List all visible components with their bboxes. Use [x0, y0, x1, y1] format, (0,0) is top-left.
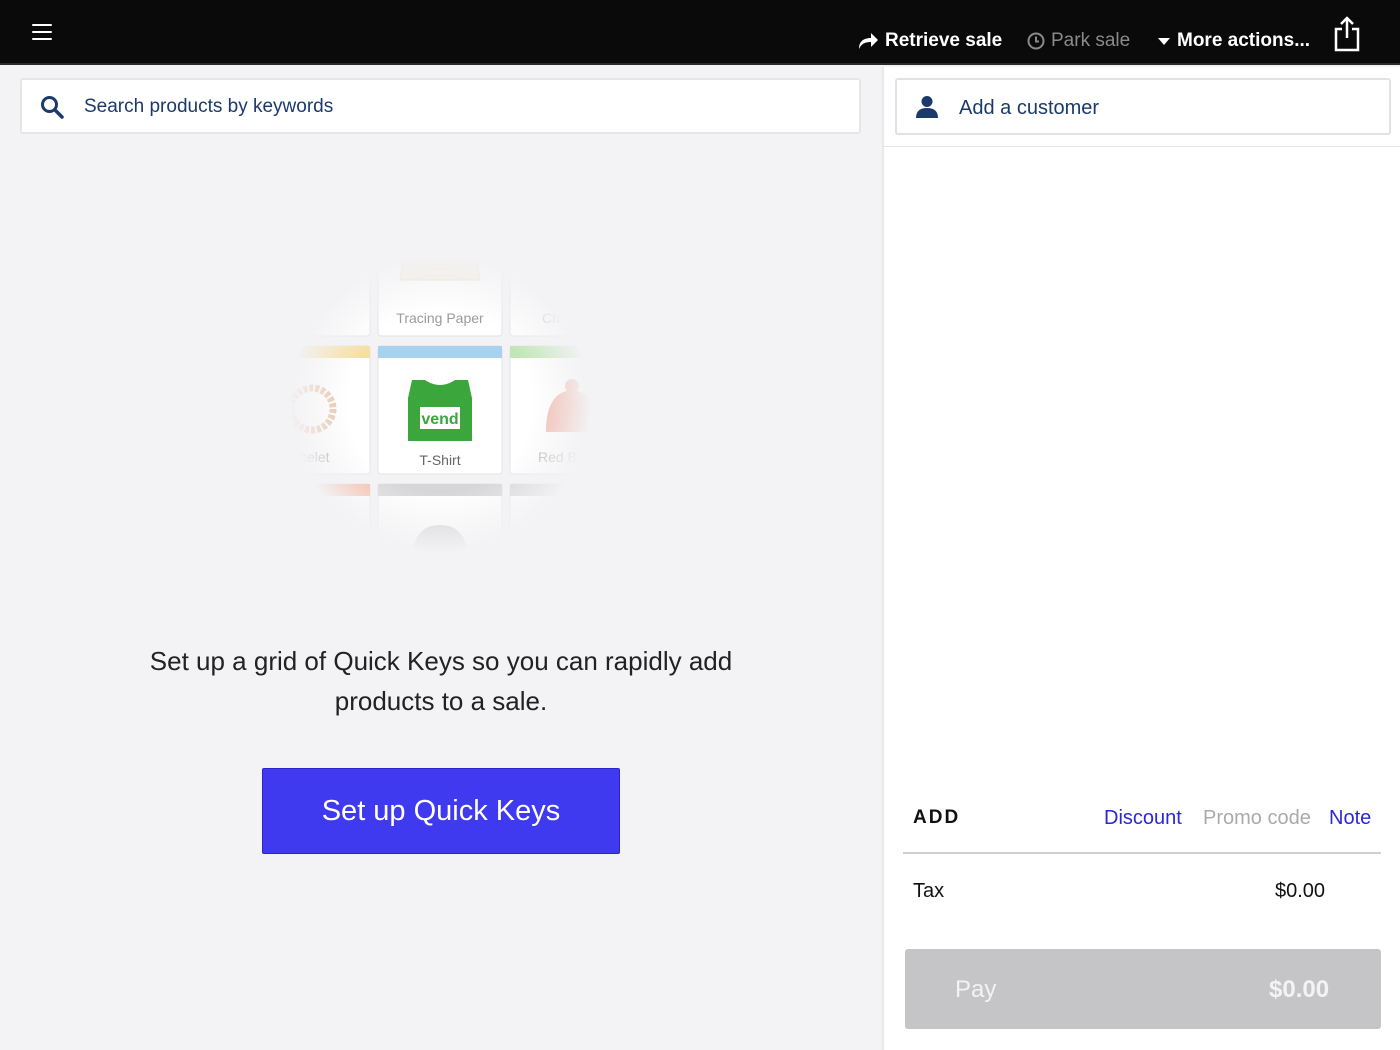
add-customer-label: Add a customer: [959, 97, 1100, 119]
product-panel: Tracing Paper Ch celet vend T-Shirt: [0, 67, 882, 1050]
tax-value: $0.00: [1275, 880, 1326, 902]
divider: [884, 146, 1400, 147]
add-options-row: ADD Discount Promo code Note: [903, 804, 1381, 854]
share-icon[interactable]: [1333, 16, 1361, 52]
quick-keys-illustration: Tracing Paper Ch celet vend T-Shirt Red …: [249, 252, 631, 585]
tile-label-partial-ch: Ch: [542, 310, 560, 326]
note-link[interactable]: Note: [1329, 807, 1371, 830]
tile-label-bracelet: celet: [300, 449, 330, 465]
search-bar[interactable]: [20, 78, 861, 134]
tshirt-icon: vend: [408, 380, 472, 441]
clock-icon: [1027, 32, 1045, 50]
redo-arrow-icon: [859, 33, 878, 49]
pay-amount: $0.00: [1269, 976, 1330, 1003]
tax-label: Tax: [913, 880, 945, 902]
svg-text:vend: vend: [421, 411, 458, 428]
top-bar: Retrieve sale Park sale More actions...: [0, 0, 1400, 65]
caret-down-icon: [1158, 38, 1170, 45]
add-label: ADD: [913, 807, 961, 828]
pay-button[interactable]: Pay $0.00: [905, 949, 1381, 1029]
retrieve-sale-label: Retrieve sale: [885, 30, 1003, 51]
tile-label-tshirt: T-Shirt: [419, 452, 460, 468]
search-input[interactable]: [84, 92, 844, 122]
more-actions-label: More actions...: [1177, 30, 1311, 51]
setup-quick-keys-button[interactable]: Set up Quick Keys: [262, 768, 620, 854]
search-icon: [41, 96, 64, 119]
menu-icon[interactable]: [32, 24, 52, 42]
sale-panel: Add a customer ADD Discount Promo code N…: [882, 67, 1400, 1050]
tile-label-red-beanie: Red Be: [538, 449, 585, 465]
pay-label: Pay: [955, 976, 997, 1003]
tile-label-tracing-paper: Tracing Paper: [396, 310, 484, 326]
more-actions-button[interactable]: More actions...: [1157, 28, 1310, 54]
user-icon: [916, 96, 938, 118]
quick-keys-message: Set up a grid of Quick Keys so you can r…: [149, 646, 733, 716]
add-customer-field[interactable]: Add a customer: [895, 78, 1391, 135]
discount-link[interactable]: Discount: [1104, 807, 1182, 830]
park-sale-label: Park sale: [1051, 30, 1131, 51]
park-sale-button[interactable]: Park sale: [1027, 28, 1130, 54]
promo-code-link[interactable]: Promo code: [1203, 807, 1311, 830]
retrieve-sale-button[interactable]: Retrieve sale: [857, 28, 1002, 54]
